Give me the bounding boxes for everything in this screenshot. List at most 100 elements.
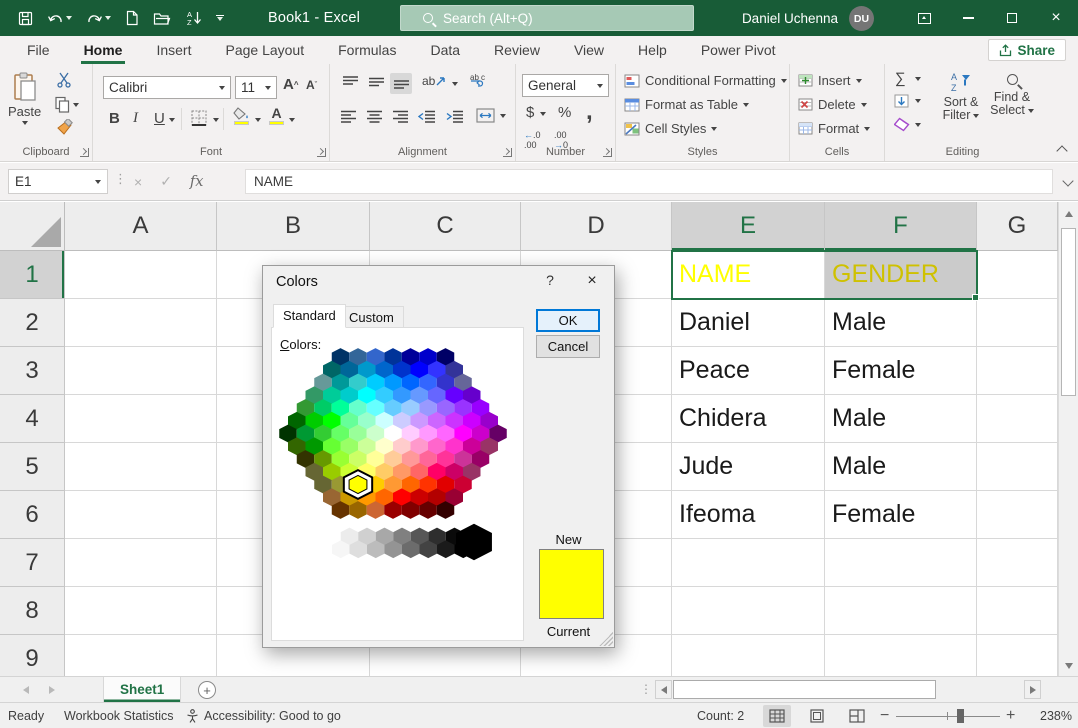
bold-button[interactable]: B [109, 110, 120, 127]
selected-color-hex[interactable] [349, 475, 367, 493]
decrease-indent-button[interactable] [418, 110, 435, 123]
align-left-button[interactable] [338, 110, 358, 123]
borders-caret[interactable] [213, 118, 219, 122]
cell-G3[interactable] [977, 347, 1058, 395]
format-cells-button[interactable]: Format [798, 121, 870, 136]
orientation-button[interactable]: ab [422, 74, 447, 88]
row-header-6[interactable]: 6 [0, 491, 65, 539]
dialog-resize-grip[interactable] [599, 632, 613, 646]
column-header-D[interactable]: D [521, 202, 672, 251]
zoom-level-button[interactable]: 238% [1026, 703, 1072, 728]
formula-input[interactable]: NAME [245, 169, 1053, 194]
vertical-scrollbar[interactable] [1058, 202, 1078, 676]
accounting-format-caret[interactable] [540, 112, 546, 116]
paste-button[interactable]: Paste [8, 72, 41, 125]
cell-F5[interactable]: Male [825, 443, 977, 491]
alignment-dialog-launcher[interactable] [503, 148, 512, 157]
format-painter-button[interactable] [56, 119, 73, 136]
fill-caret[interactable] [915, 99, 921, 103]
horizontal-scroll-thumb[interactable] [673, 680, 936, 699]
cell-F1[interactable]: GENDER [825, 251, 977, 299]
row-header-9[interactable]: 9 [0, 635, 65, 676]
decrease-decimal-button[interactable]: .00 [554, 130, 567, 140]
underline-caret[interactable] [169, 118, 175, 122]
horizontal-scrollbar[interactable] [655, 680, 1041, 699]
zoom-out-button[interactable]: − [880, 703, 889, 728]
column-header-F[interactable]: F [825, 202, 977, 251]
cell-A3[interactable] [65, 347, 217, 395]
wrap-text-button[interactable]: abc [470, 72, 488, 88]
redo-button[interactable] [86, 11, 111, 26]
font-size-combo[interactable]: 11 [235, 76, 277, 99]
tab-insert[interactable]: Insert [139, 36, 208, 64]
clipboard-dialog-launcher[interactable] [80, 148, 89, 157]
expand-formula-bar-icon[interactable] [1062, 175, 1073, 186]
column-header-B[interactable]: B [217, 202, 370, 251]
zoom-in-button[interactable]: + [1006, 703, 1015, 728]
cell-F9[interactable] [825, 635, 977, 676]
find-select-button[interactable]: Find & Select [989, 71, 1035, 117]
insert-cells-button[interactable]: Insert [798, 73, 862, 88]
format-as-table-button[interactable]: Format as Table [624, 97, 749, 112]
increase-indent-button[interactable] [446, 110, 463, 123]
middle-align-button[interactable] [366, 76, 386, 89]
cell-A6[interactable] [65, 491, 217, 539]
standard-colors-honeycomb[interactable] [277, 346, 513, 568]
increase-decimal-button[interactable]: ←.0 [524, 130, 541, 140]
previous-sheet-arrow[interactable] [16, 681, 36, 699]
clear-button[interactable] [894, 117, 910, 132]
tab-review[interactable]: Review [477, 36, 557, 64]
clear-caret[interactable] [915, 123, 921, 127]
tabbar-splitter[interactable]: ⋮ [640, 682, 652, 696]
font-dialog-launcher[interactable] [317, 148, 326, 157]
cell-F7[interactable] [825, 539, 977, 587]
workbook-statistics-button[interactable]: Workbook Statistics [64, 703, 174, 728]
share-button[interactable]: Share [988, 39, 1066, 61]
cut-button[interactable] [56, 72, 72, 88]
row-header-5[interactable]: 5 [0, 443, 65, 491]
cell-A5[interactable] [65, 443, 217, 491]
cell-E3[interactable]: Peace [672, 347, 825, 395]
row-header-7[interactable]: 7 [0, 539, 65, 587]
fill-color-button[interactable] [233, 107, 249, 125]
number-format-combo[interactable]: General [522, 74, 609, 97]
normal-view-button[interactable] [763, 705, 791, 727]
vertical-scroll-thumb[interactable] [1061, 228, 1076, 396]
tab-power-pivot[interactable]: Power Pivot [684, 36, 793, 64]
minimize-button[interactable] [946, 0, 990, 36]
enter-entry-icon[interactable]: ✓ [160, 173, 172, 190]
cell-F2[interactable]: Male [825, 299, 977, 347]
page-break-view-button[interactable] [843, 705, 871, 727]
save-button[interactable] [18, 11, 33, 26]
search-input[interactable]: Search (Alt+Q) [400, 5, 694, 31]
scroll-up-arrow[interactable] [1059, 204, 1078, 224]
cell-F4[interactable]: Male [825, 395, 977, 443]
name-box[interactable]: E1 [8, 169, 108, 194]
cell-E9[interactable] [672, 635, 825, 676]
close-button[interactable]: × [1034, 0, 1078, 36]
undo-button[interactable] [47, 11, 72, 26]
column-header-A[interactable]: A [65, 202, 217, 251]
page-layout-view-button[interactable] [803, 705, 831, 727]
autosum-button[interactable]: ∑ [895, 70, 906, 87]
borders-button[interactable] [191, 110, 207, 126]
avatar[interactable]: DU [849, 6, 874, 31]
delete-cells-button[interactable]: Delete [798, 97, 867, 112]
customize-qat-button[interactable] [216, 15, 224, 22]
cell-F6[interactable]: Female [825, 491, 977, 539]
percent-style-button[interactable]: % [558, 104, 571, 121]
tab-formulas[interactable]: Formulas [321, 36, 413, 64]
column-header-E[interactable]: E [672, 202, 825, 251]
comma-style-button[interactable]: , [586, 98, 593, 126]
cell-E7[interactable] [672, 539, 825, 587]
cell-A9[interactable] [65, 635, 217, 676]
cancel-button[interactable]: Cancel [536, 335, 600, 358]
cell-E6[interactable]: Ifeoma [672, 491, 825, 539]
tab-view[interactable]: View [557, 36, 621, 64]
orientation-caret[interactable] [452, 82, 458, 86]
cell-F8[interactable] [825, 587, 977, 635]
column-header-G[interactable]: G [977, 202, 1058, 251]
cell-A1[interactable] [65, 251, 217, 299]
fill-button[interactable] [894, 94, 909, 108]
cell-G2[interactable] [977, 299, 1058, 347]
